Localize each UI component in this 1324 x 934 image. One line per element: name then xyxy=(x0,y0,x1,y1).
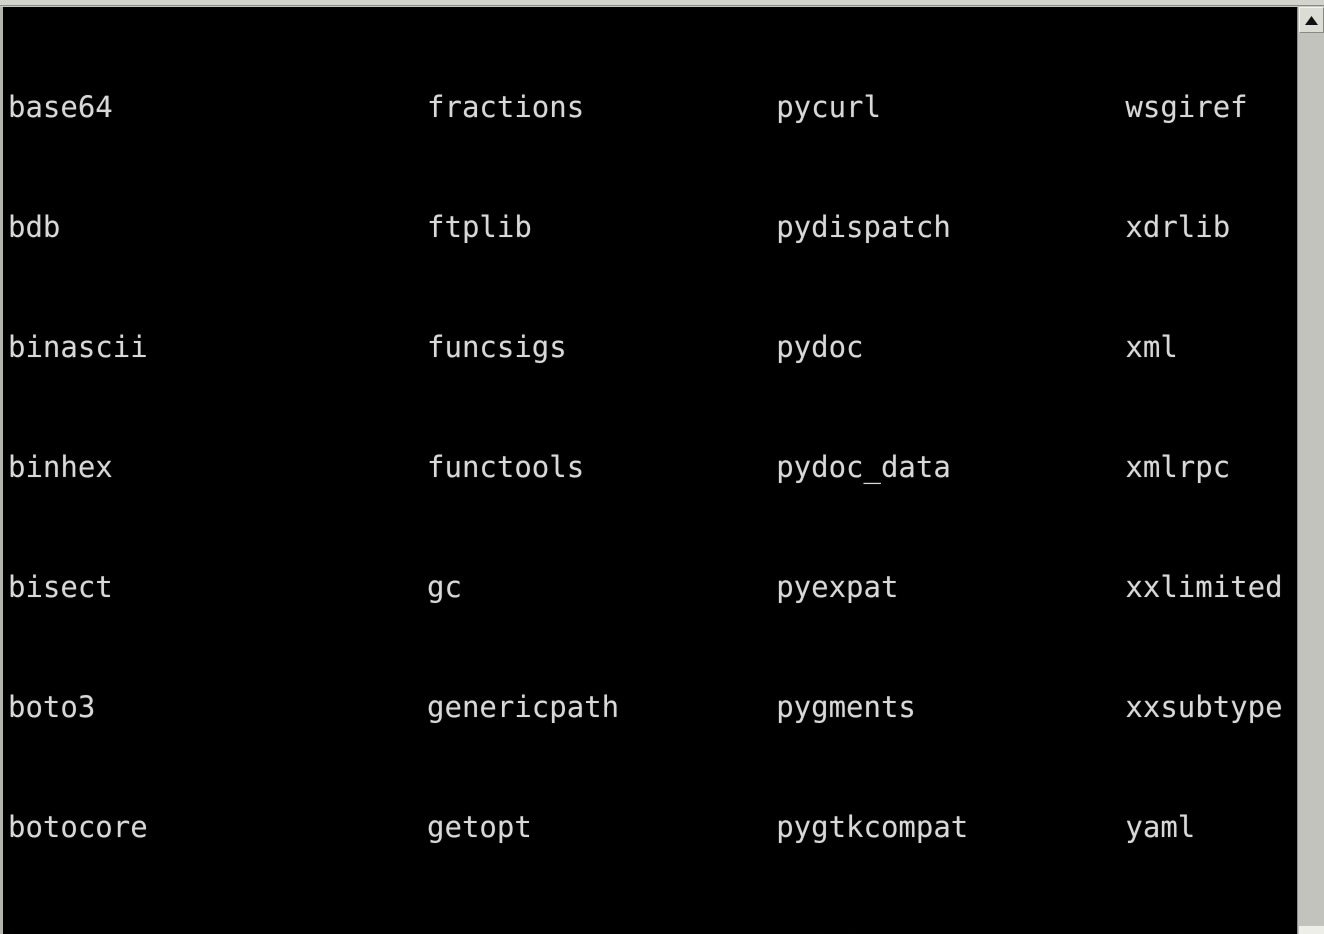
module-list-row: binascii funcsigs pydoc xml xyxy=(8,330,1178,364)
module-list-row: bdb ftplib pydispatch xdrlib xyxy=(8,210,1231,244)
terminal-window: base64 fractions pycurl wsgiref bdb ftpl… xyxy=(0,0,1324,934)
module-list-row: boto3 genericpath pygments xxsubtype xyxy=(8,690,1283,724)
window-top-chrome xyxy=(0,0,1324,6)
triangle-up-icon xyxy=(1305,15,1318,25)
terminal-screen[interactable]: base64 fractions pycurl wsgiref bdb ftpl… xyxy=(0,7,1297,934)
module-list-row: bisect gc pyexpat xxlimited xyxy=(8,570,1283,604)
scrollbar-track[interactable] xyxy=(1299,33,1324,926)
scrollbar-bottom-cap xyxy=(1299,926,1324,934)
module-list-row: base64 fractions pycurl wsgiref xyxy=(8,90,1248,124)
module-list-row: brain_argparse getpass pylab yaml2 xyxy=(8,927,1297,934)
module-list-row: botocore getopt pygtkcompat yaml xyxy=(8,810,1196,844)
vertical-scrollbar[interactable] xyxy=(1297,7,1324,934)
terminal-output: base64 fractions pycurl wsgiref bdb ftpl… xyxy=(8,7,1297,934)
module-list-row: binhex functools pydoc_data xmlrpc xyxy=(8,450,1231,484)
scrollbar-up-button[interactable] xyxy=(1299,7,1324,33)
